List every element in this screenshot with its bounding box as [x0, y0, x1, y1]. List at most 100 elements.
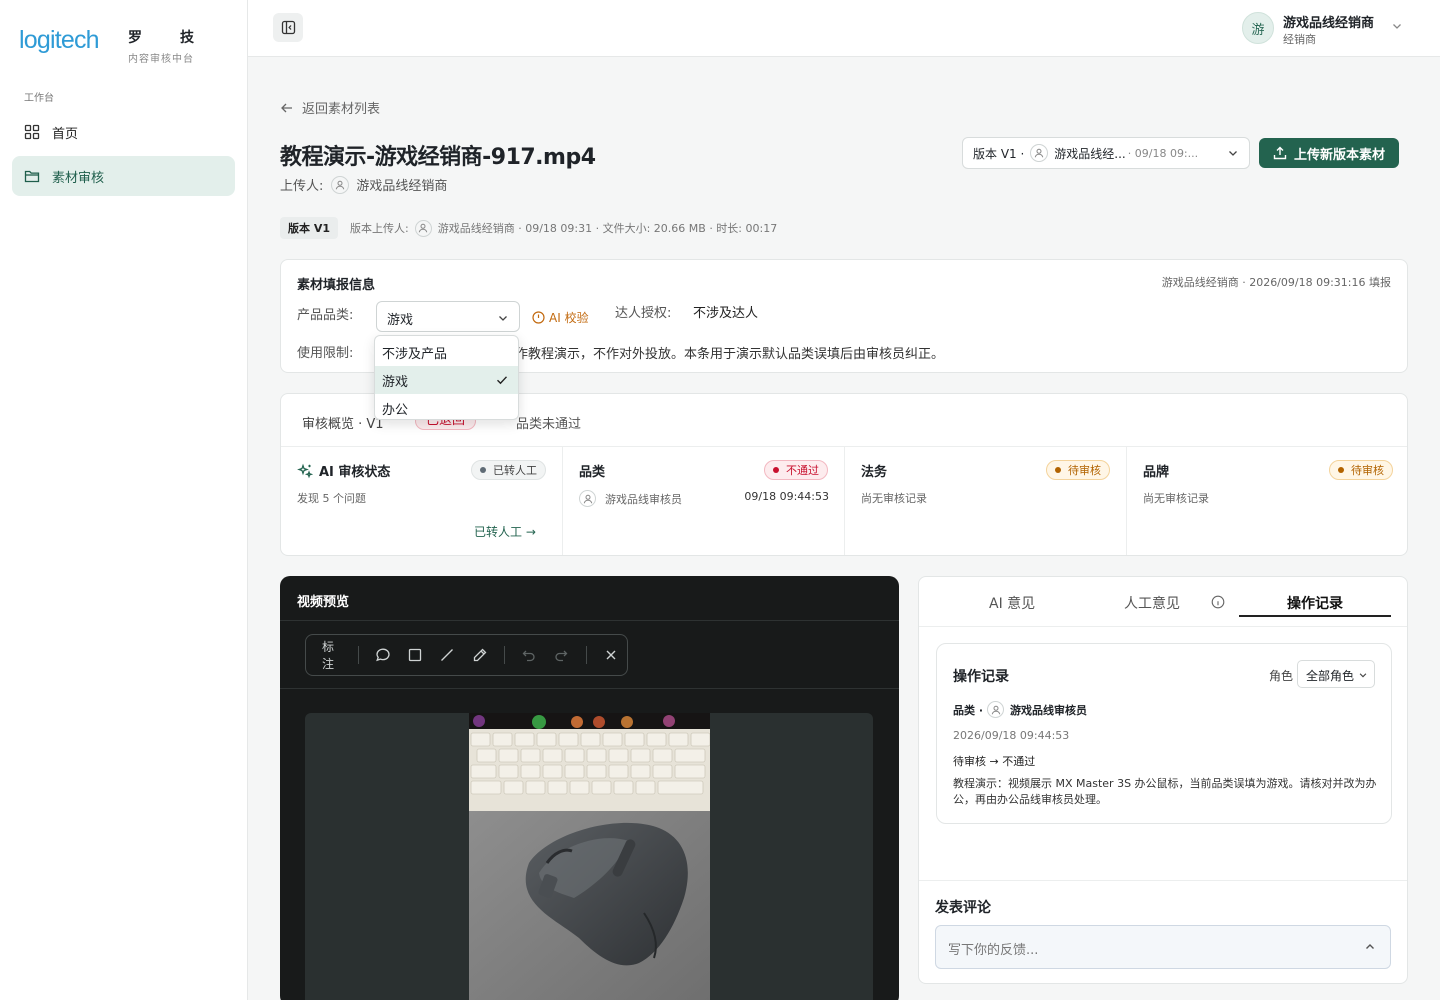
back-link[interactable]: 返回素材列表: [280, 98, 380, 117]
user-icon: [987, 701, 1005, 718]
uploader-line: 上传人: 游戏品线经销商: [280, 175, 447, 194]
status-dot: [773, 467, 779, 473]
user-icon: [331, 175, 350, 194]
logitech-logo[interactable]: logitech: [19, 26, 100, 55]
review-column-title: 品牌: [1143, 465, 1170, 480]
review-overview-title: 审核概览 · V1: [302, 417, 384, 432]
tab-ai-opinion[interactable]: AI 意见: [989, 593, 1035, 613]
redo-icon: [555, 650, 568, 662]
undo-button[interactable]: [517, 642, 541, 668]
user-role: 经销商: [1283, 33, 1316, 46]
status-dot: [1055, 467, 1061, 473]
opinion-panel: AI 意见 人工意见 操作记录 操作记录 角色 全部角色 品类 · 游戏品线审核…: [918, 576, 1408, 984]
chevron-down-icon[interactable]: [1391, 20, 1403, 32]
review-time: 09/18 09:44:53: [744, 490, 829, 503]
uploader-name: 游戏品线经销商: [356, 179, 448, 194]
log-title: 操作记录: [953, 669, 1009, 685]
review-column-legal: 法务 待审核 尚无审核记录: [845, 447, 1127, 555]
arrow-left-icon: [281, 103, 292, 112]
user-icon: [1030, 144, 1049, 162]
transferred-link[interactable]: 已转人工 →: [474, 523, 536, 540]
avatar[interactable]: 游: [1242, 12, 1274, 44]
video-player[interactable]: [305, 713, 873, 1000]
undo-icon: [522, 650, 535, 662]
line-tool-button[interactable]: [435, 642, 459, 668]
folder-icon: [24, 170, 40, 183]
version-select[interactable]: 版本 V1 · 游戏品线经... · 09/18 09:...: [962, 137, 1250, 169]
dropdown-option-label: 游戏: [382, 374, 409, 390]
chevron-down-icon: [499, 316, 507, 321]
review-column-title: 品类: [579, 465, 606, 480]
status-badge: 不通过: [764, 460, 828, 480]
sidebar-item-home[interactable]: 首页: [12, 112, 235, 152]
upload-button-label: 上传新版本素材: [1293, 147, 1385, 163]
status-badge-label: 待审核: [1068, 464, 1101, 477]
brand-name: 罗技: [128, 27, 232, 47]
brand-subtitle: 内容审核中台: [128, 54, 194, 65]
category-label: 产品品类:: [297, 308, 354, 323]
review-column-title: AI 审核状态: [297, 461, 390, 480]
pencil-tool-button[interactable]: [468, 642, 492, 668]
dropdown-option-label: 不涉及产品: [382, 346, 448, 362]
talent-label: 达人授权:: [615, 306, 672, 321]
role-filter-value: 全部角色: [1306, 669, 1355, 683]
dropdown-option[interactable]: 办公: [375, 394, 518, 422]
dropdown-option-label: 办公: [382, 402, 409, 418]
info-icon[interactable]: [1211, 595, 1225, 609]
user-icon: [579, 490, 596, 507]
redo-button[interactable]: [549, 642, 573, 668]
review-column-category: 品类 不通过 游戏品线审核员 09/18 09:44:53: [563, 447, 845, 555]
comment-input[interactable]: 写下你的反馈...: [935, 925, 1391, 969]
tab-human-opinion[interactable]: 人工意见: [1124, 593, 1180, 613]
rectangle-tool-button[interactable]: [403, 642, 427, 668]
close-toolbar-button[interactable]: [599, 642, 623, 668]
rectangle-icon: [408, 648, 422, 662]
category-dropdown: 不涉及产品 游戏 办公: [374, 335, 519, 420]
category-select-value: 游戏: [387, 313, 414, 328]
operation-log-card: 操作记录 角色 全部角色 品类 · 游戏品线审核员 2026/09/18 09:…: [936, 643, 1392, 824]
role-filter-label: 角色: [1269, 669, 1294, 683]
log-entry-header: 品类 · 游戏品线审核员: [953, 701, 1087, 718]
grid-icon: [24, 124, 40, 140]
ai-check-tag[interactable]: AI 校验: [532, 309, 589, 326]
status-badge: 待审核: [1046, 460, 1110, 480]
log-status-change: 待审核 → 不通过: [953, 755, 1036, 768]
review-column-sub: 尚无审核记录: [1143, 492, 1209, 505]
comment-tool-button[interactable]: [370, 642, 394, 668]
sidebar-item-label: 素材审核: [52, 170, 105, 186]
role-filter-select[interactable]: 全部角色: [1297, 660, 1375, 688]
category-select[interactable]: 游戏: [376, 301, 520, 332]
divider: [503, 646, 505, 664]
brand-char-1: 罗: [128, 30, 142, 46]
tab-operation-log[interactable]: 操作记录: [1287, 593, 1343, 613]
alert-circle-icon: [532, 311, 545, 324]
sidebar-collapse-icon: [281, 20, 295, 35]
ai-check-label: AI 校验: [549, 311, 589, 325]
review-column-sub: 发现 5 个问题: [297, 492, 366, 505]
uploader-label: 上传人:: [280, 179, 324, 194]
brand-char-2: 技: [180, 30, 194, 46]
version-uploader-label: 版本上传人:: [350, 222, 409, 235]
dropdown-option-selected[interactable]: 游戏: [375, 366, 518, 394]
review-column-brand: 品牌 待审核 尚无审核记录: [1127, 447, 1407, 555]
sidebar-toggle-button[interactable]: [273, 13, 303, 42]
dropdown-option[interactable]: 不涉及产品: [375, 338, 518, 366]
review-column-sub: 尚无审核记录: [861, 492, 927, 505]
video-frame: [469, 713, 710, 1000]
chevron-up-icon[interactable]: [1364, 941, 1376, 953]
video-preview-panel: 视频预览 标注: [280, 576, 899, 1000]
status-badge: 已转人工: [471, 460, 546, 480]
upload-new-version-button[interactable]: 上传新版本素材: [1259, 138, 1399, 168]
version-select-user: 游戏品线经...: [1054, 146, 1126, 161]
info-card-title: 素材填报信息: [297, 278, 376, 293]
log-category: 品类 ·: [953, 703, 984, 717]
chevron-down-icon: [1359, 673, 1367, 678]
close-icon: [606, 650, 616, 660]
sidebar-item-material-review[interactable]: 素材审核: [12, 156, 235, 196]
talent-value: 不涉及达人: [693, 306, 759, 321]
comment-icon: [375, 648, 390, 662]
comment-placeholder: 写下你的反馈...: [948, 943, 1039, 958]
upload-icon: [1273, 146, 1287, 160]
sparkle-icon: [297, 463, 313, 478]
user-name[interactable]: 游戏品线经销商: [1283, 12, 1374, 31]
